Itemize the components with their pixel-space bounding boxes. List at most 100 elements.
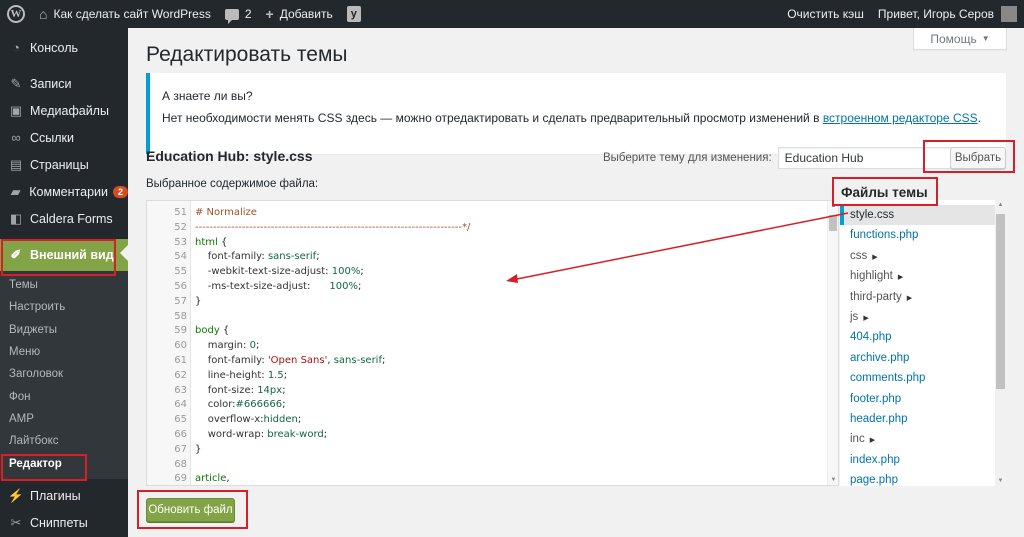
submenu-item-widgets[interactable]: Виджеты [0, 319, 128, 341]
line-text: -webkit-text-size-adjust: 100%; [207, 266, 364, 278]
expand-arrow-icon: ▶ [897, 274, 904, 282]
user-account-menu[interactable]: Привет, Игорь Серов [871, 0, 1024, 28]
dashboard-icon: ◔ [12, 40, 20, 55]
line-text: article, [195, 473, 230, 485]
submenu-item-lightbox[interactable]: Лайтбокс [0, 430, 128, 452]
file-item[interactable]: page.php [840, 470, 1006, 486]
line-text: font-family: 'Open Sans', sans-serif; [207, 355, 386, 366]
line-text: margin: 0; [207, 340, 260, 352]
file-item[interactable]: index.php [840, 450, 1006, 470]
comments-link[interactable]: 2 [218, 0, 259, 28]
yoast-menu[interactable]: y [340, 0, 368, 28]
file-item[interactable]: header.php [840, 409, 1006, 429]
line-text: overflow-x:hidden; [207, 414, 302, 426]
submenu-item-customize[interactable]: Настроить [0, 296, 128, 318]
file-name: footer.php [850, 392, 902, 405]
wordpress-icon: W [7, 5, 25, 23]
sidebar-item-dashboard[interactable]: ◔ Консоль [0, 34, 128, 61]
file-item[interactable]: comments.php [840, 368, 1006, 388]
folder-item[interactable]: css ▶ [840, 246, 1006, 266]
select-theme-button[interactable]: Выбрать [950, 147, 1006, 169]
line-number: 58 [174, 310, 187, 322]
line-number: 60 [174, 340, 187, 352]
code-line: 53 html { [147, 235, 827, 250]
theme-selector: Выберите тему для изменения: Education H… [603, 147, 964, 169]
file-item[interactable]: archive.php [840, 348, 1006, 368]
files-scrollbar[interactable]: ▲ ▼ [995, 200, 1006, 486]
line-number: 55 [174, 266, 187, 278]
expand-arrow-icon: ▶ [869, 437, 876, 445]
line-text: font-family: sans-serif; [207, 251, 320, 263]
comments-count-badge: 2 [112, 185, 128, 198]
code-line: 57} [147, 294, 827, 309]
line-text: -ms-text-size-adjust: 100%; [207, 281, 362, 292]
help-tab-button[interactable]: Помощь ▼ [913, 28, 1007, 50]
code-line: 60 margin: 0; [147, 338, 827, 353]
snippets-icon: ✂ [10, 515, 22, 531]
admin-sidebar: ◔ Консоль ✎ Записи ▣ Медиафайлы ∞ Ссылки ▤ Ст… [0, 28, 128, 537]
scroll-up-icon[interactable]: ▲ [995, 202, 1006, 208]
line-number: 51 [174, 207, 187, 218]
caret-down-icon: ▼ [981, 34, 990, 43]
folder-item[interactable]: highlight ▶ [840, 266, 1006, 286]
file-item[interactable]: functions.php [840, 225, 1006, 245]
submenu-item-editor[interactable]: Редактор [0, 452, 128, 474]
sidebar-item-comments[interactable]: ▰ Комментарии 2 [0, 178, 128, 205]
code-editor[interactable]: 51 # Normalize 52 -------------------------… [146, 200, 839, 486]
appearance-submenu: Темы Настроить Виджеты Меню Заголовок Фо… [0, 271, 128, 479]
sidebar-item-links[interactable]: ∞ Ссылки [0, 124, 128, 151]
code-line: 66 word-wrap: break-word; [147, 427, 827, 442]
yoast-icon: y [346, 6, 361, 22]
sidebar-item-media[interactable]: ▣ Медиафайлы [0, 97, 128, 124]
notice-title: А знаете ли вы? [162, 89, 253, 103]
files-scroll-thumb[interactable] [996, 214, 1005, 389]
line-text: word-wrap: break-word; [207, 429, 328, 440]
line-number: 53 [174, 236, 187, 248]
folder-item[interactable]: inc ▶ [840, 429, 1006, 449]
theme-select-dropdown[interactable]: Education Hub ▼ [777, 147, 964, 169]
editor-scrollbar[interactable]: ▲ ▼ [827, 201, 838, 485]
wp-logo-menu[interactable]: W [0, 0, 32, 28]
line-text: ----------------------------------------… [195, 221, 471, 233]
sidebar-item-appearance[interactable]: ✐ Внешний вид [0, 239, 128, 271]
sidebar-item-snippets[interactable]: ✂ Сниппеты [0, 510, 128, 537]
file-item[interactable]: style.css [840, 205, 1006, 226]
sidebar-item-plugins[interactable]: ⚡ Плагины [0, 483, 128, 510]
line-number: 59 [174, 325, 187, 337]
css-editor-link[interactable]: встроенном редакторе CSS [823, 111, 978, 125]
editor-scroll-thumb[interactable] [829, 215, 837, 231]
file-name: page.php [850, 474, 898, 486]
file-item[interactable]: footer.php [840, 389, 1006, 409]
file-content-label: Выбранное содержимое файла: [146, 178, 319, 190]
code-line: 65 overflow-x:hidden; [147, 412, 827, 427]
submenu-item-themes[interactable]: Темы [0, 274, 128, 296]
code-line: 55 -webkit-text-size-adjust: 100%; [147, 264, 827, 279]
sidebar-item-posts[interactable]: ✎ Записи [0, 70, 128, 97]
brush-icon: ✐ [10, 247, 22, 262]
code-line: 68 [147, 457, 827, 472]
scroll-down-icon[interactable]: ▼ [995, 478, 1006, 484]
page-title: Редактировать темы [146, 43, 348, 66]
admin-bar: W ⌂ Как сделать сайт WordPress 2 + Добавит… [0, 0, 1024, 28]
theme-select-label: Выберите тему для изменения: [603, 152, 772, 164]
sidebar-item-pages[interactable]: ▤ Страницы [0, 151, 128, 178]
add-new-menu[interactable]: + Добавить [259, 0, 340, 28]
file-item[interactable]: 404.php [840, 327, 1006, 347]
plus-icon: + [265, 6, 274, 22]
clear-cache-link[interactable]: Очистить кэш [780, 0, 871, 28]
sidebar-item-caldera-forms[interactable]: ◧ Caldera Forms [0, 205, 128, 232]
comment-bubble-icon [224, 8, 239, 24]
folder-item[interactable]: js ▶ [840, 307, 1006, 327]
submenu-item-menus[interactable]: Меню [0, 341, 128, 363]
folder-item[interactable]: third-party ▶ [840, 287, 1006, 307]
line-text: body { [195, 325, 230, 337]
submenu-item-header[interactable]: Заголовок [0, 363, 128, 385]
line-number: 62 [174, 369, 187, 381]
submenu-item-amp[interactable]: AMP [0, 408, 128, 430]
site-name-link[interactable]: ⌂ Как сделать сайт WordPress [32, 0, 218, 28]
file-name: style.css [850, 209, 895, 221]
line-number: 52 [174, 221, 187, 233]
submenu-item-background[interactable]: Фон [0, 385, 128, 407]
scroll-down-icon[interactable]: ▼ [828, 477, 838, 483]
update-file-button[interactable]: Обновить файл [146, 498, 235, 522]
